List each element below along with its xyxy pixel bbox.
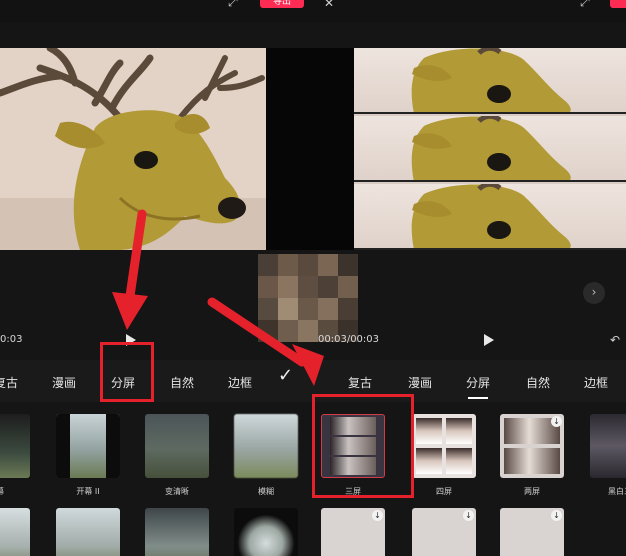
annotation-arrows — [112, 209, 324, 386]
arrow-right-head — [292, 344, 324, 386]
arrow-down-line — [125, 209, 147, 301]
editor-screen: ⤢ 导出 ✕ ⤢ › 0:03 00:03/00:03 ↶ 复古 漫画 分屏 自… — [0, 0, 626, 556]
arrow-down-head — [112, 292, 148, 330]
arrow-right-line — [207, 297, 307, 367]
